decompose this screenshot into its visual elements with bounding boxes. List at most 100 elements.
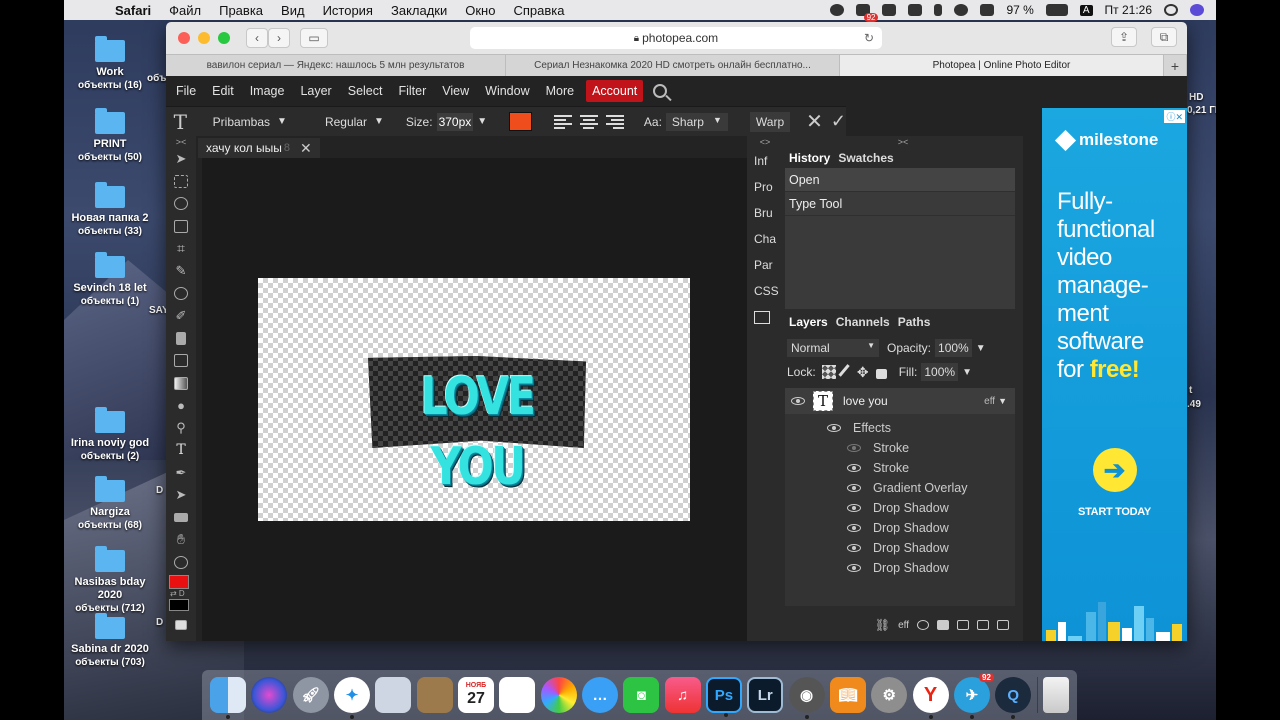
ad-choices-icon[interactable]: ⓘ✕ [1164,110,1185,123]
document-tab[interactable]: хачу кол ыыы 8 ✕ [198,138,320,158]
back-button[interactable]: ‹ [246,28,268,48]
canvas-workspace[interactable]: LOVE YOU [202,158,747,641]
pp-menu-more[interactable]: More [538,84,582,98]
desktop-folder[interactable]: Irina noviy god объекты (2) [62,407,158,463]
properties-panel-button[interactable]: Pro [747,174,783,200]
camera-app-icon[interactable]: ◉ [788,677,825,719]
tab-layers[interactable]: Layers [785,315,832,329]
fill-input[interactable]: 100% [921,363,959,381]
desktop-folder[interactable]: Sabina dr 2020 объекты (703) [62,613,158,669]
reload-icon[interactable]: ↻ [864,31,874,45]
system-preferences-gear-icon[interactable]: ⚙ [871,677,908,713]
info-panel-button[interactable]: Inf [747,148,783,174]
safari-compass-icon[interactable]: ✦ [333,677,370,719]
menu-bookmarks[interactable]: Закладки [382,3,456,18]
menu-edit[interactable]: Правка [210,3,272,18]
photoshop-icon[interactable]: Ps [705,677,742,717]
text-color-swatch[interactable] [509,112,532,131]
battery-icon[interactable] [1045,4,1068,16]
minimize-window-button[interactable] [198,32,210,44]
tab-paths[interactable]: Paths [894,315,935,329]
collapse-right-panels-icon[interactable]: >< [783,136,1023,148]
add-effect-button[interactable]: eff [898,620,909,631]
font-family-dropdown[interactable]: Pribambas [213,115,287,129]
lasso-tool-icon[interactable] [166,193,196,215]
document-canvas[interactable]: LOVE YOU [258,278,690,521]
close-document-icon[interactable]: ✕ [300,140,312,157]
effect-row[interactable]: Drop Shadow [785,498,1015,518]
arrow-right-icon[interactable]: ➔ [1092,448,1137,492]
antialias-dropdown[interactable]: Sharp ▼ [665,112,728,131]
collapse-panels-icon[interactable]: <> [747,136,783,148]
delete-layer-trash-icon[interactable] [997,620,1009,630]
swap-colors-icon[interactable]: ⇄ D [170,589,185,598]
messages-icon[interactable] [882,4,897,16]
browser-tab-active[interactable]: Photopea | Online Photo Editor [840,55,1164,76]
tab-channels[interactable]: Channels [832,315,894,329]
reminders-icon[interactable] [499,677,536,713]
menu-window[interactable]: Окно [456,3,504,18]
music-icon[interactable]: ♫ [664,677,701,713]
brush-tool-icon[interactable]: ✐ [166,305,196,327]
layer-visibility-eye-icon[interactable] [791,397,805,405]
healing-tool-icon[interactable] [166,282,196,304]
shape-tool-icon[interactable] [166,506,196,528]
brush-panel-button[interactable]: Bru [747,200,783,226]
path-select-tool-icon[interactable]: ➤ [166,484,196,506]
pp-menu-view[interactable]: View [434,84,477,98]
pen-tool-icon[interactable]: ✒ [166,461,196,483]
lock-transparency-icon[interactable] [821,365,836,379]
tab-history[interactable]: History [785,151,834,165]
app-menu[interactable]: Safari [106,3,160,18]
quicktime-icon[interactable]: Q [995,677,1032,719]
effect-row[interactable]: Drop Shadow [785,518,1015,538]
blur-tool-icon[interactable]: ● [166,394,196,416]
wifi-icon[interactable] [954,4,969,16]
lightroom-icon[interactable]: Lr [747,677,784,713]
preview-photo-icon[interactable] [375,677,412,713]
image-panel-icon[interactable] [747,304,783,330]
clone-stamp-tool-icon[interactable] [166,327,196,349]
forward-button[interactable]: › [268,28,290,48]
pp-menu-select[interactable]: Select [340,84,391,98]
effect-row[interactable]: Stroke [785,458,1015,478]
quick-mask-icon[interactable] [166,613,196,635]
eyedropper-tool-icon[interactable]: ✎ [166,260,196,282]
yandex-disk-icon[interactable]: 92 [856,4,879,22]
books-icon[interactable]: 📖︎ [829,677,866,713]
eraser-tool-icon[interactable] [166,350,196,372]
ad-cta[interactable]: START TODAY [1042,506,1187,518]
trash-icon[interactable] [1042,677,1069,713]
effect-visibility-eye-icon[interactable] [847,484,861,492]
foreground-color-swatch[interactable] [169,575,189,590]
desktop-folder[interactable]: Nargiza объекты (68) [62,476,158,532]
notes-book-icon[interactable] [416,677,453,713]
spotlight-icon[interactable] [1164,4,1178,16]
desktop-folder[interactable]: Work объекты (16) [62,36,158,92]
gradient-tool-icon[interactable] [166,372,196,394]
character-panel-button[interactable]: Cha [747,226,783,252]
opacity-input[interactable]: 100% [935,339,972,357]
battery-percent[interactable]: 97 % [1006,3,1033,17]
marquee-tool-icon[interactable] [166,170,196,192]
browser-tab[interactable]: вавилон сериал — Яндекс: нашлось 5 млн р… [166,55,506,76]
align-left-icon[interactable] [553,114,572,129]
siri-app-icon[interactable] [251,677,288,713]
type-tool-button[interactable]: T [166,439,196,461]
align-center-icon[interactable] [579,114,598,129]
address-bar[interactable]: 🔒︎ photopea.com ↻ [470,27,882,49]
pp-menu-image[interactable]: Image [242,84,293,98]
desktop-folder[interactable]: Nasibas bday 2020 объекты (712) [62,546,158,615]
history-item[interactable]: Open [785,168,1015,192]
telegram-icon[interactable]: ✈︎ 92 [953,673,994,719]
close-window-button[interactable] [178,32,190,44]
paragraph-panel-button[interactable]: Par [747,252,783,278]
new-tab-button[interactable]: + [1164,55,1187,76]
pp-menu-filter[interactable]: Filter [390,84,434,98]
photos-icon[interactable] [540,677,577,713]
add-mask-icon[interactable] [937,620,949,630]
yandex-browser-icon[interactable]: Y [912,677,949,719]
advertisement-banner[interactable]: ⓘ✕ milestone Fully- functional video man… [1042,108,1187,641]
messages-app-icon[interactable]: … [581,677,618,713]
fill-dropdown-icon[interactable]: ▼ [962,367,972,378]
